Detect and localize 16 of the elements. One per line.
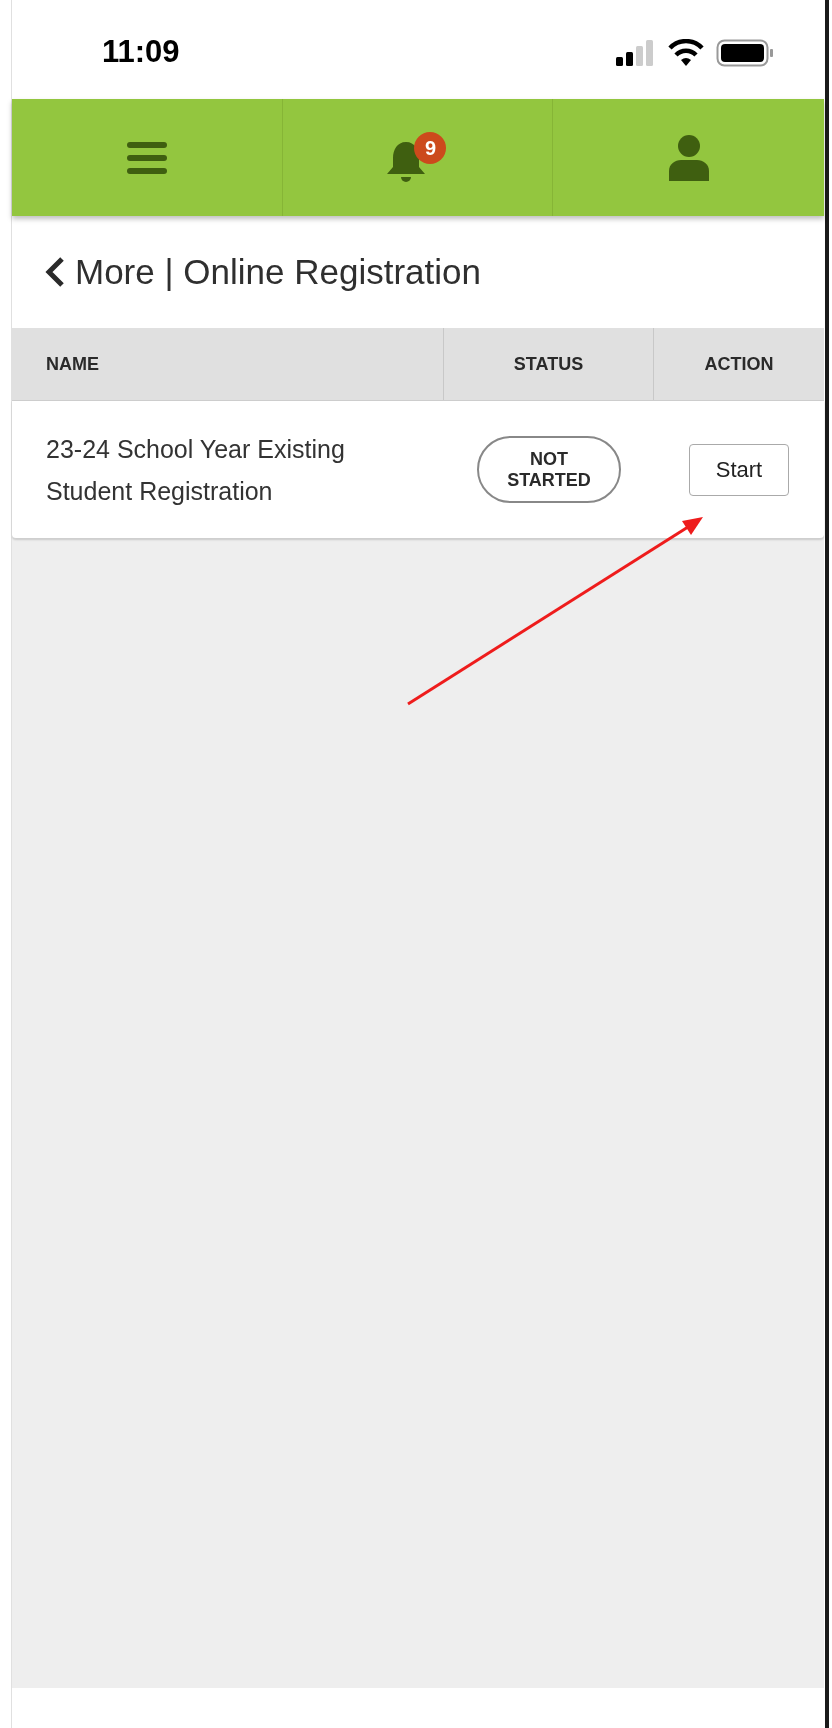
registration-name: 23-24 School Year Existing Student Registration <box>46 433 346 507</box>
column-header: STATUS <box>513 352 584 376</box>
start-button[interactable]: Start <box>689 443 789 496</box>
page-title: More | Online Registration <box>75 250 481 293</box>
battery-icon <box>716 38 774 67</box>
menu-icon <box>126 139 167 176</box>
column-header: NAME <box>46 352 99 376</box>
person-icon <box>668 134 709 181</box>
wifi-icon <box>668 39 704 66</box>
notification-badge: 9 <box>414 131 447 164</box>
status-time: 11:09 <box>102 33 180 72</box>
status-pill: NOT STARTED <box>477 436 621 503</box>
signal-icon <box>616 39 656 66</box>
back-chevron-icon[interactable] <box>45 256 65 288</box>
bell-icon <box>386 139 427 184</box>
column-header: ACTION <box>704 352 774 376</box>
